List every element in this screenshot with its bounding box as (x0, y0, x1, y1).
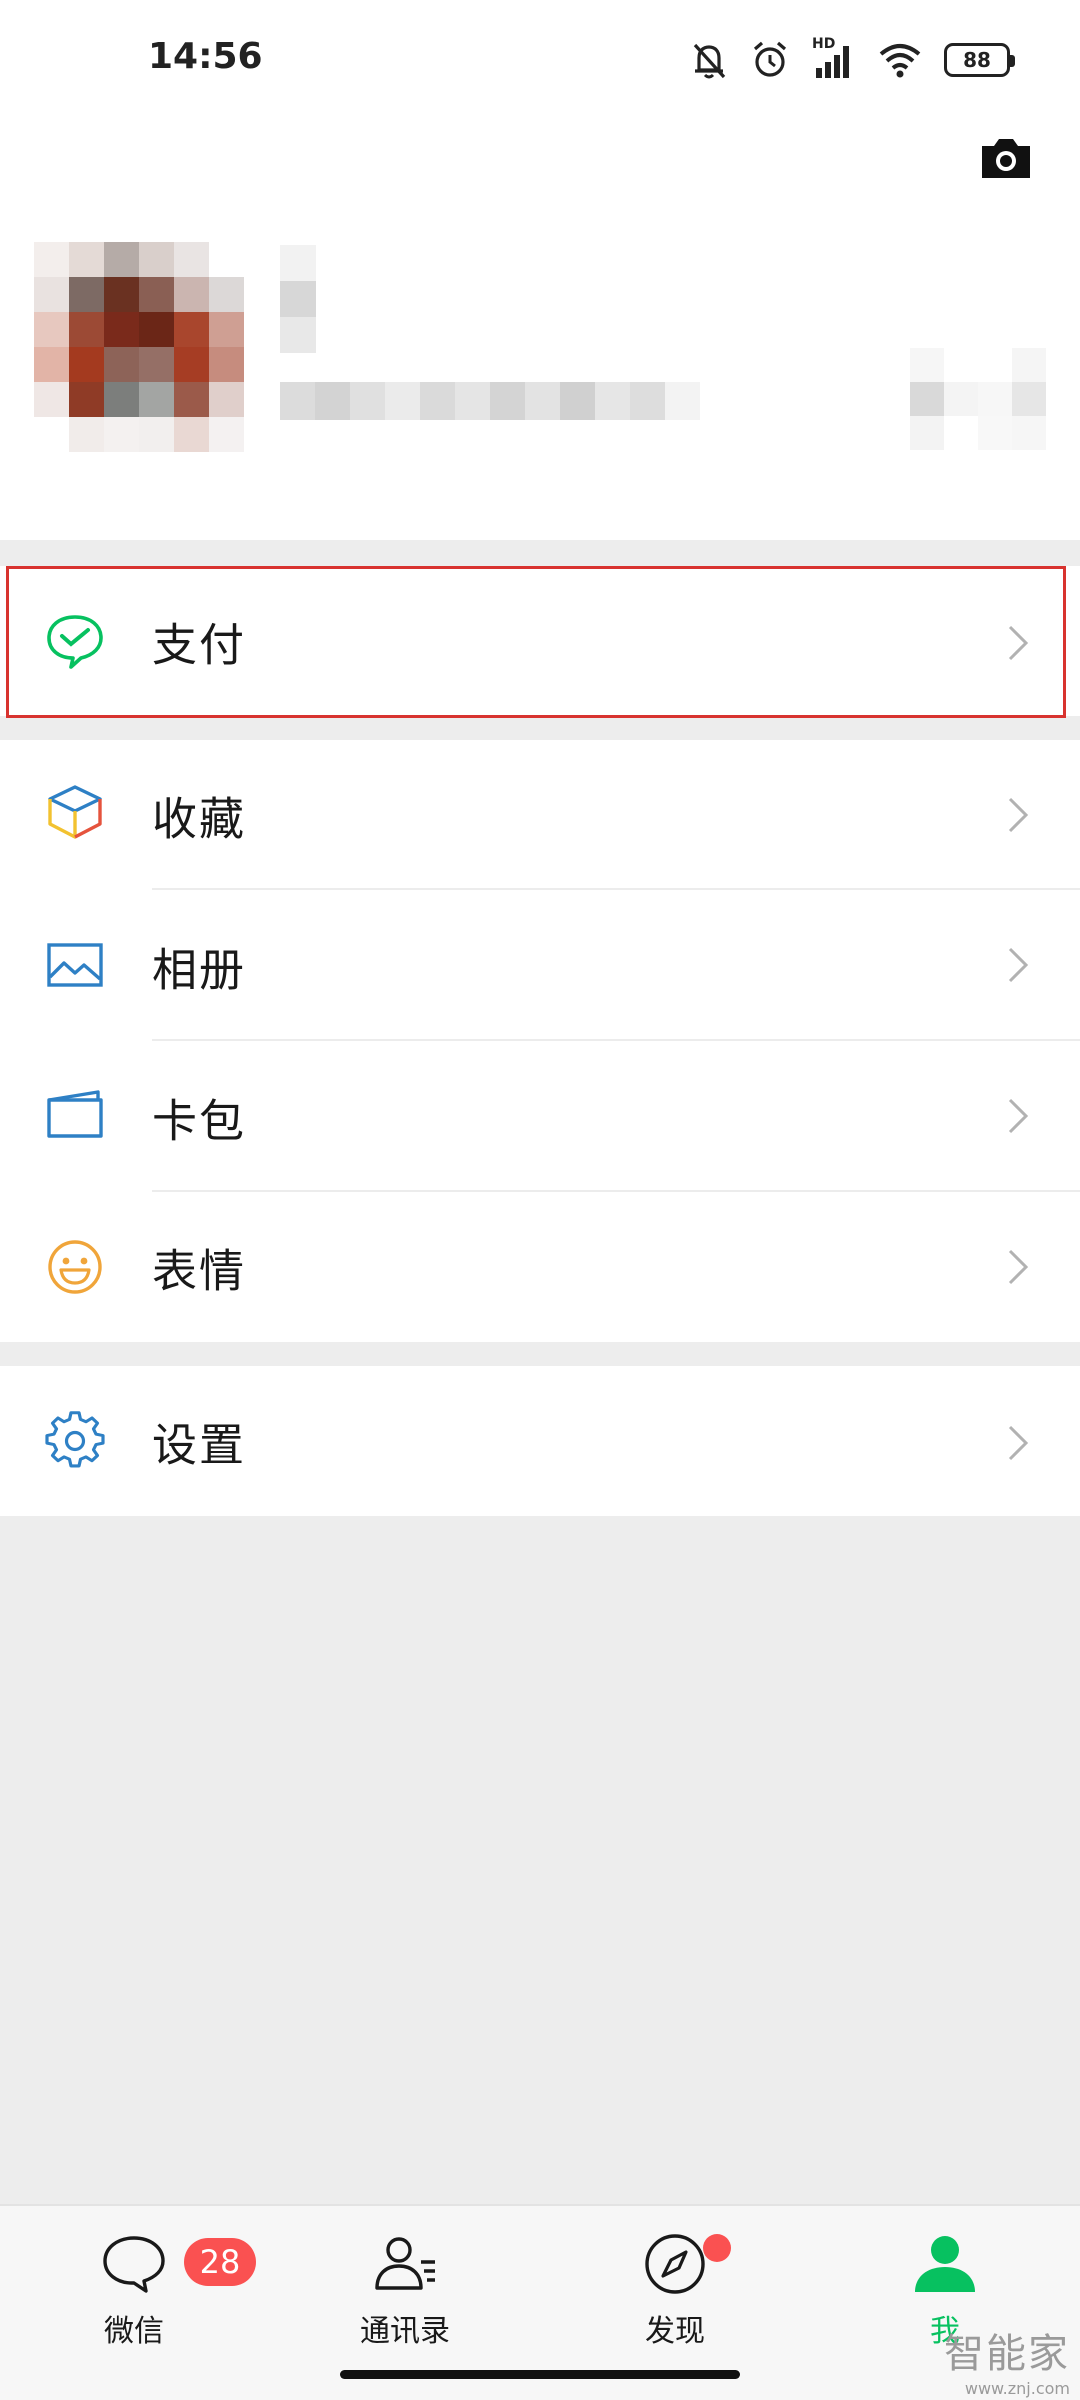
chevron-right-icon (1008, 1249, 1029, 1285)
card-wallet-icon (47, 1090, 103, 1138)
menu-item-label: 设置 (152, 1418, 247, 1472)
chevron-right-icon (1008, 1425, 1029, 1461)
settings-section: 设置 (0, 1366, 1080, 1516)
chevron-right-icon (1008, 947, 1029, 983)
battery-icon: 88 (944, 43, 1015, 77)
menu-item-cards[interactable]: 卡包 (0, 1041, 1080, 1192)
smiley-icon (48, 1240, 102, 1294)
menu-item-pay[interactable]: 支付 (0, 566, 1080, 716)
watermark-title: 智能家 (944, 2331, 1070, 2377)
signal-icon: HD (812, 36, 856, 80)
profile-header (0, 120, 1080, 540)
tab-discover[interactable]: 发现 (575, 2228, 775, 2368)
menu-item-favorites[interactable]: 收藏 (0, 740, 1080, 890)
avatar[interactable] (34, 242, 244, 452)
new-content-dot (703, 2234, 731, 2262)
tab-label: 通讯录 (360, 2314, 450, 2349)
mute-bell-icon (693, 43, 726, 79)
chevron-right-icon (1008, 797, 1029, 833)
tab-contacts[interactable]: 通讯录 (305, 2228, 505, 2368)
alarm-icon (753, 41, 787, 77)
nickname-blurred (280, 245, 352, 353)
menu-item-label: 支付 (152, 618, 247, 672)
menu-item-album[interactable]: 相册 (0, 890, 1080, 1041)
tab-chats[interactable]: 微信 28 (34, 2228, 256, 2368)
watermark: 智能家 www.znj.com (944, 2321, 1070, 2398)
status-time: 14:56 (148, 36, 263, 77)
watermark-url: www.znj.com (964, 2379, 1070, 2398)
menu-item-label: 相册 (152, 943, 247, 996)
features-section: 收藏 相册 卡包 表情 (0, 740, 1080, 1342)
status-bar: 14:56 HD 88 (0, 0, 1080, 120)
wechat-id-blurred (280, 382, 700, 420)
menu-item-label: 收藏 (152, 792, 247, 846)
battery-level: 88 (963, 48, 991, 72)
chevron-right-icon (1008, 1098, 1029, 1134)
menu-item-settings[interactable]: 设置 (0, 1366, 1080, 1516)
qr-code-blurred[interactable] (910, 348, 1046, 450)
chevron-right-icon (1008, 625, 1029, 661)
home-indicator[interactable] (340, 2370, 740, 2379)
unread-badge: 28 (184, 2238, 256, 2286)
compass-icon (645, 2234, 705, 2294)
gear-icon (45, 1411, 105, 1468)
menu-item-label: 表情 (152, 1244, 247, 1298)
pay-section: 支付 (0, 566, 1080, 716)
camera-icon[interactable] (978, 130, 1034, 186)
wifi-icon (879, 44, 921, 78)
wechat-pay-icon (47, 615, 103, 669)
menu-item-label: 卡包 (152, 1094, 247, 1147)
menu-item-stickers[interactable]: 表情 (0, 1192, 1080, 1342)
person-icon (915, 2236, 975, 2292)
chat-bubble-icon (103, 2236, 165, 2293)
cube-icon (48, 785, 102, 839)
contacts-icon (375, 2237, 435, 2290)
status-icons: HD 88 (690, 36, 1015, 82)
tab-label: 发现 (645, 2314, 705, 2349)
photo-icon (47, 943, 103, 987)
tab-label: 微信 (104, 2314, 164, 2349)
